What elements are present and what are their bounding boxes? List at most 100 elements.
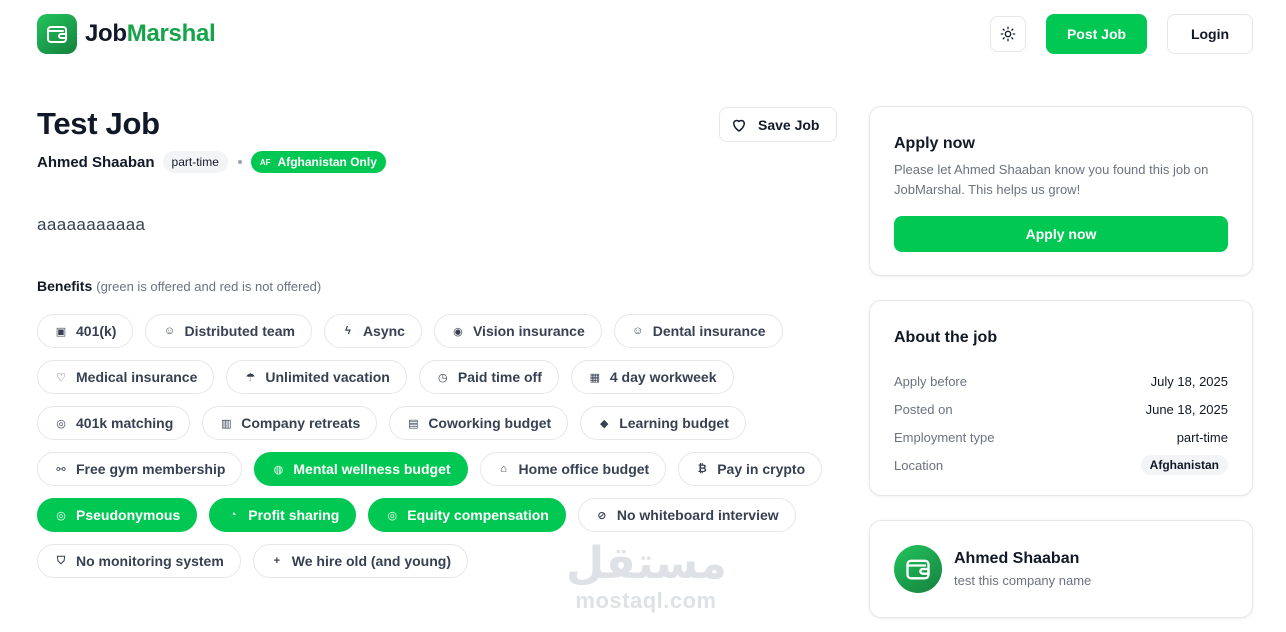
benefit-label: Dental insurance — [652, 323, 766, 339]
benefit-label: Profit sharing — [248, 507, 340, 523]
about-label: Location — [894, 457, 944, 473]
office-icon: ▤ — [408, 417, 419, 430]
apply-text: Please let Ahmed Shaaban know you found … — [894, 162, 1209, 197]
heart-icon — [733, 119, 745, 132]
company-card-subtitle: test this company name — [954, 573, 1092, 588]
benefit-label: Unlimited vacation — [265, 369, 390, 385]
benefit-chip: ₿ Pay in crypto — [678, 452, 823, 486]
benefit-label: 401k matching — [76, 415, 174, 431]
benefit-chip: ⌂ Home office budget — [479, 452, 667, 486]
benefit-label: No whiteboard interview — [616, 507, 779, 523]
benefits-title: Benefits — [37, 278, 93, 294]
save-job-button[interactable]: Save Job — [719, 107, 837, 142]
apply-now-button[interactable]: Apply now — [894, 216, 1228, 252]
shield-icon: ⛉ — [56, 554, 66, 567]
logo-text: JobMarshal — [85, 20, 216, 48]
sun-icon — [1000, 26, 1016, 42]
benefit-label: Pseudonymous — [76, 507, 181, 523]
benefit-label: 401(k) — [76, 323, 117, 339]
benefit-label: Home office budget — [518, 461, 650, 477]
company-card-name: Ahmed Shaaban — [954, 550, 1080, 567]
benefit-chip: ☺ Dental insurance — [613, 314, 783, 348]
benefit-chip: ◎ Equity compensation — [368, 498, 566, 532]
briefcase-icon: ▣ — [55, 325, 67, 338]
benefit-label: Async — [362, 323, 405, 339]
user-plus-icon: + — [273, 555, 281, 567]
location-badge-label: Afghanistan Only — [277, 155, 377, 169]
benefit-chip: ▣ 401(k) — [37, 314, 134, 348]
about-row-location: Location Afghanistan — [894, 451, 1228, 479]
benefit-chip: ⊘ No whiteboard interview — [577, 498, 796, 532]
country-code: AF — [259, 157, 271, 167]
about-job-title: About the job — [894, 329, 998, 346]
bolt-icon: ϟ — [345, 325, 351, 337]
apply-title: Apply now — [894, 135, 975, 152]
calendar-icon: ▦ — [589, 371, 601, 384]
benefit-label: We hire old (and young) — [291, 553, 451, 569]
location-value-badge: Afghanistan — [1140, 455, 1228, 475]
benefit-label: Learning budget — [619, 415, 729, 431]
benefit-label: Distributed team — [184, 323, 295, 339]
umbrella-icon: ☂ — [245, 371, 256, 384]
clock-icon: ◷ — [438, 371, 448, 384]
wallet-icon — [37, 14, 77, 54]
benefit-label: Mental wellness budget — [293, 461, 451, 477]
heart-icon: ♡ — [56, 371, 66, 384]
about-value: part-time — [1176, 429, 1228, 445]
bitcoin-icon: ₿ — [697, 463, 707, 475]
benefit-chip: ☺ Distributed team — [145, 314, 312, 348]
benefit-label: No monitoring system — [76, 553, 224, 569]
benefit-chip: ▤ Coworking budget — [389, 406, 569, 440]
pie-chart-icon: ◔ — [229, 509, 237, 521]
benefit-label: Coworking budget — [428, 415, 552, 431]
separator-dot — [237, 160, 242, 164]
benefit-label: Medical insurance — [76, 369, 198, 385]
benefit-label: Company retreats — [241, 415, 361, 431]
benefit-chip: ◆ Learning budget — [580, 406, 746, 440]
brain-icon: ◍ — [273, 463, 284, 476]
logo-text-marshal: Marshal — [126, 20, 216, 47]
benefit-label: Vision insurance — [472, 323, 585, 339]
benefits-note: (green is offered and red is not offered… — [96, 279, 322, 294]
benefit-label: 4 day workweek — [609, 369, 717, 385]
about-row-posted-on: Posted on June 18, 2025 — [894, 395, 1228, 423]
company-name[interactable]: Ahmed Shaaban — [37, 154, 155, 171]
employment-type-badge: part-time — [162, 151, 228, 173]
about-value: July 18, 2025 — [1150, 373, 1228, 389]
smile-icon: ☺ — [632, 325, 644, 337]
benefit-chip: ◔ Profit sharing — [209, 498, 357, 532]
about-label: Apply before — [894, 373, 967, 389]
save-job-label: Save Job — [758, 116, 820, 133]
job-description: aaaaaaaaaaa — [37, 215, 146, 234]
benefit-chip: ◎ Pseudonymous — [37, 498, 198, 532]
dumbbell-icon: ⚯ — [56, 463, 66, 476]
company-card[interactable]: Ahmed Shaaban test this company name — [869, 520, 1253, 618]
login-button[interactable]: Login — [1167, 14, 1253, 54]
logo-text-job: Job — [85, 20, 127, 47]
benefit-chip: + We hire old (and young) — [252, 544, 468, 578]
benefit-chip: ☂ Unlimited vacation — [226, 360, 407, 394]
building-icon: ▥ — [221, 417, 232, 430]
benefit-label: Paid time off — [457, 369, 542, 385]
watermark: مستقل mostaql.com — [566, 540, 727, 614]
post-job-button[interactable]: Post Job — [1046, 14, 1147, 54]
about-row-employment-type: Employment type part-time — [894, 423, 1228, 451]
watermark-latin: mostaql.com — [575, 588, 717, 613]
about-row-apply-before: Apply before July 18, 2025 — [894, 367, 1228, 395]
benefit-chip: ⚯ Free gym membership — [37, 452, 243, 486]
company-avatar — [894, 545, 942, 593]
benefit-chip: ♡ Medical insurance — [37, 360, 215, 394]
theme-toggle-button[interactable] — [990, 16, 1026, 52]
benefit-label: Pay in crypto — [717, 461, 806, 477]
benefit-chip: ⛉ No monitoring system — [37, 544, 241, 578]
coins-icon: ◎ — [56, 417, 66, 430]
no-presentation-icon: ⊘ — [597, 509, 607, 522]
benefit-label: Free gym membership — [76, 461, 226, 477]
benefit-chip: ▦ 4 day workweek — [570, 360, 734, 394]
job-title: Test Job — [37, 106, 160, 141]
benefit-chip: ◎ 401k matching — [37, 406, 191, 440]
logo[interactable]: JobMarshal — [37, 14, 216, 54]
coins-icon: ◎ — [387, 509, 398, 522]
graduation-cap-icon: ◆ — [599, 417, 609, 430]
home-icon: ⌂ — [500, 463, 507, 475]
